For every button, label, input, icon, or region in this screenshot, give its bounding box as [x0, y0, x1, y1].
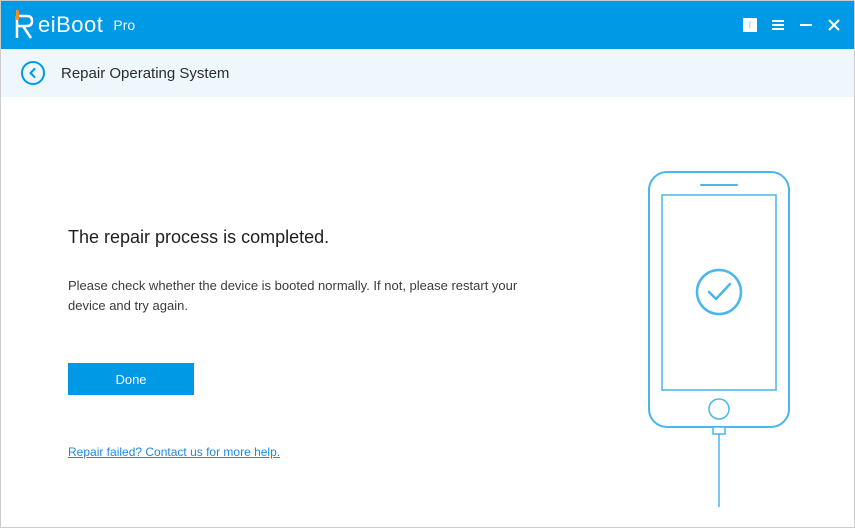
left-pane: The repair process is completed. Please …: [1, 97, 561, 527]
brand-sub: Pro: [113, 17, 135, 33]
checkmark-icon: [697, 270, 741, 314]
done-button[interactable]: Done: [68, 363, 194, 395]
help-link[interactable]: Repair failed? Contact us for more help.: [68, 445, 280, 459]
breadcrumb-title: Repair Operating System: [61, 65, 229, 82]
page-heading: The repair process is completed.: [68, 227, 561, 248]
phone-illustration: [644, 167, 794, 507]
menu-icon[interactable]: [770, 17, 786, 33]
content: The repair process is completed. Please …: [1, 97, 854, 527]
facebook-icon[interactable]: f: [742, 17, 758, 33]
back-button[interactable]: [21, 61, 45, 85]
window-controls: f: [742, 17, 842, 33]
brand: eiBoot Pro: [13, 8, 135, 42]
breadcrumb: Repair Operating System: [1, 49, 854, 97]
close-icon[interactable]: [826, 17, 842, 33]
brand-logo-icon: [13, 8, 35, 42]
arrow-left-icon: [28, 68, 38, 78]
page-description: Please check whether the device is boote…: [68, 276, 528, 315]
brand-name: eiBoot: [38, 12, 103, 38]
svg-text:f: f: [748, 20, 752, 32]
minimize-icon[interactable]: [798, 17, 814, 33]
titlebar: eiBoot Pro f: [1, 1, 854, 49]
